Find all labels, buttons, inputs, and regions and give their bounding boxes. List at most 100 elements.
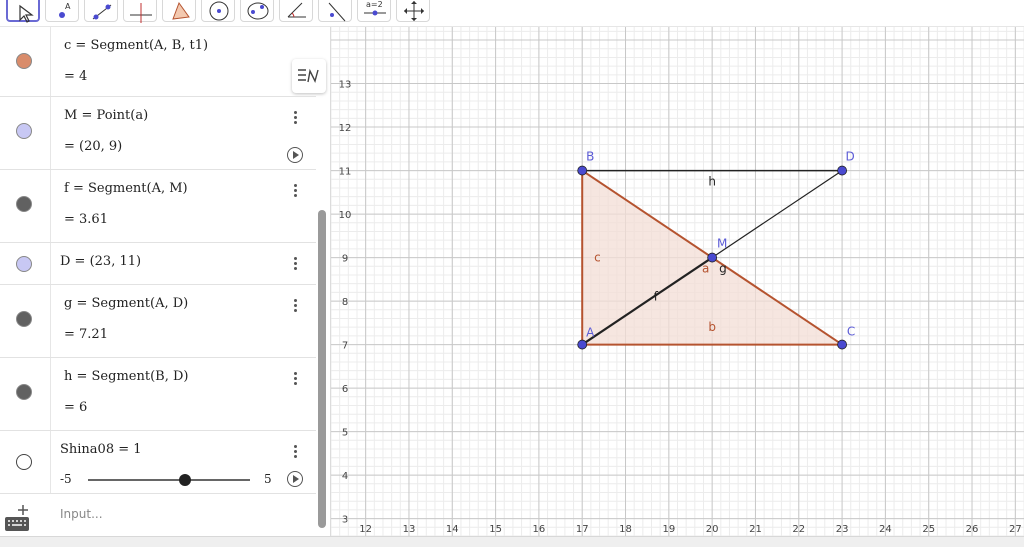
point-M[interactable]	[707, 252, 718, 263]
x-tick-label: 18	[619, 524, 632, 535]
toolbar: Aa=2	[0, 0, 1024, 27]
point-A[interactable]	[577, 339, 588, 350]
move-view-tool[interactable]	[396, 0, 430, 22]
point-icon: A	[59, 2, 71, 18]
keyboard-icon[interactable]	[4, 501, 30, 531]
point-B[interactable]	[577, 165, 588, 176]
slider-tool[interactable]: a=2	[357, 0, 391, 22]
algebra-definition[interactable]: c = Segment(A, B, t1)	[64, 38, 208, 53]
visibility-toggle[interactable]	[0, 170, 51, 242]
polygon-tool[interactable]	[162, 0, 196, 22]
x-tick-label: 25	[922, 524, 935, 535]
algebra-value: = 3.61	[64, 212, 108, 227]
x-tick-label: 14	[446, 524, 459, 535]
visibility-toggle[interactable]	[0, 358, 51, 430]
point-C[interactable]	[837, 339, 847, 350]
object-color-marker[interactable]	[16, 53, 32, 69]
visibility-toggle[interactable]	[0, 431, 51, 493]
x-tick-label: 15	[489, 524, 502, 535]
segment-label-c: c	[594, 251, 601, 265]
x-tick-label: 16	[533, 524, 546, 535]
circle-tool[interactable]	[201, 0, 235, 22]
play-animation-icon[interactable]	[287, 471, 303, 487]
polygon-icon	[172, 1, 190, 20]
algebra-row[interactable]: M = Point(a) = (20, 9)	[0, 97, 316, 170]
algebra-row[interactable]: g = Segment(A, D) = 7.21	[0, 285, 316, 358]
x-tick-label: 26	[966, 524, 979, 535]
algebra-row[interactable]: c = Segment(A, B, t1) = 4	[0, 27, 316, 97]
visibility-toggle[interactable]	[0, 285, 51, 357]
y-tick-label: 11	[339, 167, 352, 178]
line-tool[interactable]	[84, 0, 118, 22]
slider-tool-label: a=2	[366, 0, 383, 9]
point-tool[interactable]: A	[45, 0, 79, 22]
more-options-icon[interactable]	[291, 297, 299, 315]
more-options-icon[interactable]	[291, 109, 299, 127]
x-tick-label: 24	[879, 524, 892, 535]
object-color-marker[interactable]	[16, 256, 32, 272]
segment-label-a: a	[702, 261, 709, 275]
graphics-view[interactable]: 12 13 14 15 16 17 18 19 20 21 22 23 24 25 26 27 3 4 5 6 7 8 9 1…	[330, 27, 1024, 537]
algebra-definition[interactable]: h = Segment(B, D)	[64, 369, 188, 384]
y-tick-label: 10	[339, 210, 352, 221]
y-tick-label: 4	[342, 471, 348, 482]
algebra-scrollbar[interactable]	[318, 210, 326, 528]
more-options-icon[interactable]	[291, 182, 299, 200]
y-tick-label: 13	[339, 80, 352, 91]
object-color-marker[interactable]	[16, 123, 32, 139]
slider-min: -5	[60, 472, 72, 486]
slider-track[interactable]	[88, 479, 250, 481]
ellipse-icon	[247, 2, 269, 20]
point-label-M: M	[717, 237, 727, 251]
move-tool[interactable]	[6, 0, 40, 23]
move-view-icon	[404, 1, 424, 21]
algebra-value: = 4	[64, 69, 88, 84]
perpendicular-icon	[130, 3, 152, 23]
point-label-B: B	[586, 150, 594, 164]
ellipse-tool[interactable]	[240, 0, 274, 22]
y-tick-label: 5	[342, 428, 348, 439]
visibility-toggle[interactable]	[0, 27, 51, 96]
algebra-definition[interactable]: Shina08 = 1	[60, 442, 142, 457]
object-color-marker[interactable]	[16, 454, 32, 470]
segment-label-h: h	[708, 174, 716, 188]
algebra-view: c = Segment(A, B, t1) = 4 M = Point(a) = (2…	[0, 27, 331, 536]
perpendicular-tool[interactable]	[123, 0, 157, 23]
line-icon	[92, 4, 112, 20]
object-color-marker[interactable]	[16, 311, 32, 327]
more-options-icon[interactable]	[291, 370, 299, 388]
algebra-definition[interactable]: f = Segment(A, M)	[64, 181, 188, 196]
algebra-row[interactable]: D = (23, 11)	[0, 243, 316, 285]
graph-canvas[interactable]: 12 13 14 15 16 17 18 19 20 21 22 23 24 25 26 27 3 4 5 6 7 8 9 1…	[330, 27, 1024, 537]
reflect-tool[interactable]	[318, 0, 352, 22]
algebra-definition[interactable]: M = Point(a)	[64, 108, 148, 123]
point-label-D: D	[845, 150, 854, 164]
x-tick-label: 19	[662, 524, 675, 535]
slider-handle[interactable]	[179, 474, 192, 486]
y-tick-label: 12	[339, 123, 352, 134]
algebra-value: = 7.21	[64, 327, 108, 342]
input-bar[interactable]: Input...	[60, 507, 103, 521]
play-animation-icon[interactable]	[287, 147, 303, 163]
visibility-toggle[interactable]	[0, 97, 51, 169]
algebra-row[interactable]: h = Segment(B, D) = 6	[0, 358, 316, 431]
y-tick-label: 6	[342, 384, 348, 395]
algebra-definition[interactable]: D = (23, 11)	[60, 254, 141, 269]
x-tick-label: 27	[1009, 524, 1022, 535]
object-color-marker[interactable]	[16, 384, 32, 400]
segment-label-g: g	[719, 261, 727, 275]
y-tick-label: 3	[342, 515, 348, 526]
algebra-definition[interactable]: g = Segment(A, D)	[64, 296, 188, 311]
y-tick-label: 9	[342, 254, 348, 265]
reflect-icon	[328, 2, 346, 22]
svg-text:A: A	[65, 2, 71, 11]
point-D[interactable]	[837, 165, 847, 176]
more-options-icon[interactable]	[291, 443, 299, 461]
algebra-row[interactable]: Shina08 = 1 -5 5	[0, 431, 316, 494]
more-options-icon[interactable]	[291, 255, 299, 273]
angle-tool[interactable]	[279, 0, 313, 22]
move-icon	[19, 4, 34, 23]
object-color-marker[interactable]	[16, 196, 32, 212]
algebra-row[interactable]: f = Segment(A, M) = 3.61	[0, 170, 316, 243]
visibility-toggle[interactable]	[0, 243, 51, 284]
